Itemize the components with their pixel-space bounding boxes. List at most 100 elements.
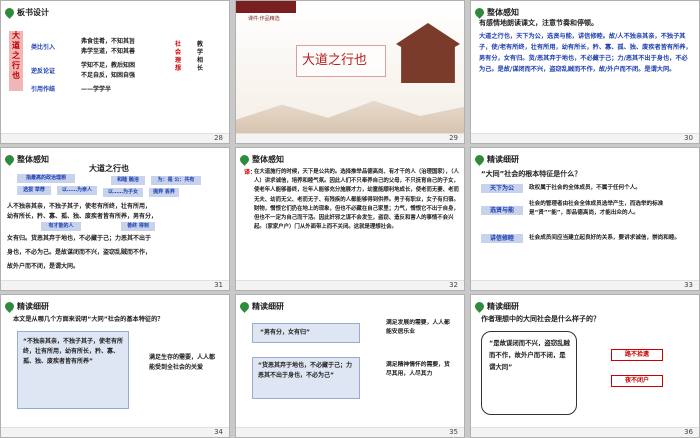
annotation-note: 有才能的人 [41, 222, 81, 231]
quote-text: “不独亲其亲，不独子其子，使老有所终，壮有所用，幼有所长，矜、寡、孤、独、废疾者… [23, 338, 123, 365]
passage-heading: 大道之行也 [89, 164, 129, 173]
row-content: 弗学至道，不知其善 [81, 48, 136, 55]
vertical-label: 社会理想 [175, 41, 182, 72]
row-content: 学知不足，教后知困 [81, 62, 136, 69]
feature-key: 讲信修睦 [481, 234, 523, 243]
tag-yebubihu: 夜不闭户 [611, 375, 663, 387]
slide-header: 板书设计 [3, 6, 49, 19]
question: “大同”社会的根本特征是什么？ [481, 170, 582, 178]
annotation-note: 和睦 融洽 [111, 176, 145, 185]
passage-line: 故外户而不闭，是谓大同。 [7, 263, 80, 270]
title-char: 也 [12, 71, 20, 80]
slide-header: 整体感知 [238, 153, 284, 166]
slide-thumbnail-34[interactable]: 精读细研 本文是从哪几个方面来说明“大同”社会的基本特征的？ “不独亲其亲，不独… [0, 294, 230, 438]
passage-line: 人不独亲其亲，不独子其子，使老有所终，壮有所用， [7, 203, 152, 210]
slide-footer [1, 427, 229, 437]
annotation-note: 善终 得到 [121, 222, 155, 231]
slide-header: 精读细研 [473, 300, 519, 313]
leaf-icon [473, 300, 486, 313]
slide-thumbnail-36[interactable]: 精读细研 作者理想中的大同社会是什么样子的？ “是故谋闭而不兴，盗窃乱贼而不作，… [470, 294, 700, 438]
row-label: 类比引入 [31, 44, 56, 51]
slide-number: 30 [684, 134, 693, 142]
subbanner: 课件·作品精选 [248, 16, 280, 22]
slide-number: 31 [214, 281, 223, 289]
slide-title: 精读细研 [487, 302, 519, 311]
annotation-note: 以……为亲人 [57, 186, 97, 195]
leaf-icon [238, 153, 251, 166]
annotation-note: 为：是 公：共有 [151, 176, 201, 185]
title-char: 道 [12, 41, 20, 50]
row-content: 弗食佳肴，不知其旨 [81, 38, 136, 45]
answer-text: 满足发展的需要，人人都能安居乐业 [386, 320, 450, 335]
slide-thumbnail-32[interactable]: 整体感知 译： 在大道施行的时候，天下是公共的。选择推举品德高尚、有才干的人（治… [235, 147, 465, 291]
slide-thumbnail-29[interactable]: 课件·作品精选 大道之行也 29 [235, 0, 465, 144]
slide-number: 34 [214, 428, 223, 436]
quote-text: “男有分，女有归” [260, 329, 310, 336]
slide-title: 板书设计 [17, 8, 49, 17]
slide-title: 精读细研 [487, 155, 519, 164]
title-char: 行 [12, 61, 20, 70]
leaf-icon [3, 300, 16, 313]
slide-header: 精读细研 [473, 153, 519, 166]
right-column: 教学相长 [197, 41, 204, 72]
quote-text: “是故谋闭而不兴，盗窃乱贼而不作，故外户而不闭，是谓大同” [489, 339, 570, 371]
slide-footer [1, 280, 229, 290]
instruction: 有感情地朗读课文，注意节奏和停顿。 [479, 19, 598, 27]
slide-number: 28 [214, 134, 223, 142]
answer-text: 满足生存的需要，人人都能受到全社会的关爱 [149, 354, 216, 371]
slide-title: 精读细研 [17, 302, 49, 311]
slide-header: 精读细研 [3, 300, 49, 313]
row-label: 引用作结 [31, 86, 56, 93]
corner-ribbon [236, 1, 296, 13]
passage-line: 身也，不必为己。是故谋闭而不兴，盗窃乱贼而不作， [7, 249, 152, 256]
slide-thumbnail-35[interactable]: 精读细研 “男有分，女有归” 满足发展的需要，人人都能安居乐业 “货恶其弃于地也… [235, 294, 465, 438]
feature-value: 社会成员间应当建立起良好的关系，要讲求诚信，崇尚和睦。 [529, 235, 681, 241]
question: 本文是从哪几个方面来说明“大同”社会的基本特征的？ [13, 316, 164, 323]
annotation-note: 指最高的政治理想 [17, 174, 75, 183]
row-content: 不足自反，知困自强 [81, 72, 136, 79]
slide-footer [471, 427, 699, 437]
title-char: 之 [12, 51, 20, 60]
question: 作者理想中的大同社会是什么样子的？ [481, 315, 600, 323]
passage: 大道之行也，天下为公，选贤与能，讲信修睦。故/人不独亲其亲，不独子其子，使/老有… [479, 33, 692, 73]
slide-header: 精读细研 [238, 300, 284, 313]
annotation-note: 以……为子女 [103, 188, 143, 197]
slide-number: 36 [684, 428, 693, 436]
quote-text: “货恶其弃于地也，不必藏于己；力恶其不出于身也，不必为己” [258, 362, 352, 379]
row-content: ——学学半 [81, 86, 112, 93]
slide-thumbnail-28[interactable]: 板书设计 大 道 之 行 也 类比引入 弗食佳肴，不知其旨 弗学至道，不知其善 … [0, 0, 230, 144]
leaf-icon [238, 300, 251, 313]
slide-thumbnail-31[interactable]: 整体感知 大道之行也 指最高的政治理想 选拔 举荐 和睦 融洽 为：是 公：共有… [0, 147, 230, 291]
slide-header: 整体感知 [473, 6, 519, 19]
feature-value: 政权属于社会的全体成员，不属于任何个人。 [529, 185, 641, 191]
title-column: 大 道 之 行 也 [9, 31, 23, 91]
row-label: 逆反论证 [31, 68, 56, 75]
feature-key: 选贤与能 [481, 206, 523, 215]
tag-lubushiyi: 路不拾遗 [611, 349, 663, 361]
slide-header: 整体感知 [3, 153, 49, 166]
feature-value: 社会的管理者由社会全体成员选举产生，而选举的标准是“贤”“能”，即品德高尚，才能… [529, 201, 664, 216]
slide-footer [471, 133, 699, 143]
slide-thumbnail-33[interactable]: 精读细研 “大同”社会的根本特征是什么？ 天下为公 政权属于社会的全体成员，不属… [470, 147, 700, 291]
leaf-icon [473, 153, 486, 166]
slide-number: 33 [684, 281, 693, 289]
slide-footer [236, 133, 464, 143]
leaf-icon [3, 153, 16, 166]
slide-banner-title: 大道之行也 [302, 53, 368, 68]
translation-text: 在大道施行的时候，天下是公共的。选择推举品德高尚、有才干的人（治理国家），（人人… [254, 169, 459, 231]
answer-text: 满足精神情怀的需要，货尽其用，人尽其力 [386, 362, 450, 377]
slide-sorter-grid: 板书设计 大 道 之 行 也 类比引入 弗食佳肴，不知其旨 弗学至道，不知其善 … [0, 0, 700, 438]
slide-number: 35 [449, 428, 458, 436]
annotation-note: 抛弃 丢弃 [149, 188, 179, 197]
slide-title: 整体感知 [487, 8, 519, 17]
slide-title: 整体感知 [17, 155, 49, 164]
slide-footer [471, 280, 699, 290]
slide-footer [236, 280, 464, 290]
slide-thumbnail-30[interactable]: 整体感知 有感情地朗读课文，注意节奏和停顿。 大道之行也，天下为公，选贤与能，讲… [470, 0, 700, 144]
passage-line: 女有归。货恶其弃于地也，不必藏于己；力恶其不出于 [7, 235, 152, 242]
title-char: 大 [12, 31, 20, 40]
leaf-icon [473, 6, 486, 19]
slide-number: 32 [449, 281, 458, 289]
slide-footer [236, 427, 464, 437]
feature-key: 天下为公 [481, 184, 523, 193]
